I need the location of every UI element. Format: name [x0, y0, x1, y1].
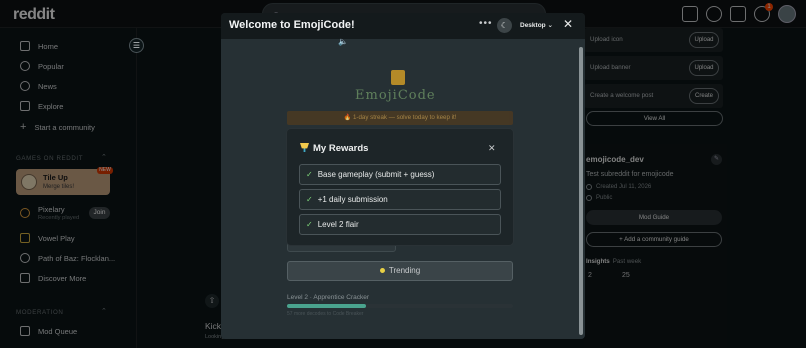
rewards-title-text: My Rewards: [313, 143, 369, 154]
check-icon: ✓: [306, 195, 313, 204]
scrollbar[interactable]: [579, 39, 583, 339]
reward-label: Level 2 flair: [317, 220, 359, 229]
rewards-title: My Rewards: [300, 143, 368, 154]
chevron-down-icon: ⌄: [547, 22, 553, 29]
scrollbar-thumb[interactable]: [579, 47, 583, 335]
check-icon: ✓: [306, 170, 313, 179]
trending-label: Trending: [388, 266, 421, 275]
reward-label: Base gameplay (submit + guess): [317, 170, 435, 179]
game-brand: EmojiCode: [355, 88, 436, 103]
view-mode-dropdown[interactable]: Desktop ⌄: [520, 21, 553, 29]
trending-dot-icon: [379, 268, 385, 273]
more-options-button[interactable]: •••: [479, 18, 493, 29]
speaker-icon[interactable]: 🔈: [338, 37, 348, 46]
streak-banner: 🔥 1-day streak — solve today to keep it!: [287, 111, 513, 125]
check-icon: ✓: [306, 220, 313, 229]
theme-toggle-icon[interactable]: ☾: [497, 18, 512, 33]
view-mode-label: Desktop: [520, 22, 546, 29]
level-progress-fill: [287, 304, 367, 308]
reward-label: +1 daily submission: [317, 195, 388, 204]
reward-item: ✓ Level 2 flair: [299, 214, 501, 235]
level-progress-bar: [287, 304, 513, 308]
dialog-header: Welcome to EmojiCode! ••• ☾ Desktop ⌄ ✕: [221, 13, 585, 39]
close-icon[interactable]: ✕: [563, 17, 573, 31]
sidebar-collapse-button[interactable]: ☰: [129, 38, 144, 53]
rewards-close-icon[interactable]: ✕: [488, 143, 496, 154]
dialog-title: Welcome to EmojiCode!: [229, 19, 355, 31]
trending-button[interactable]: Trending: [287, 261, 513, 281]
reward-item: ✓ +1 daily submission: [299, 189, 501, 210]
level-label: Level 2 · Apprentice Cracker: [287, 294, 370, 301]
lock-icon: [391, 70, 405, 85]
trophy-icon: [300, 143, 309, 152]
level-sub: 57 more decodes to Code Breaker: [287, 311, 364, 317]
reward-item: ✓ Base gameplay (submit + guess): [299, 164, 501, 185]
